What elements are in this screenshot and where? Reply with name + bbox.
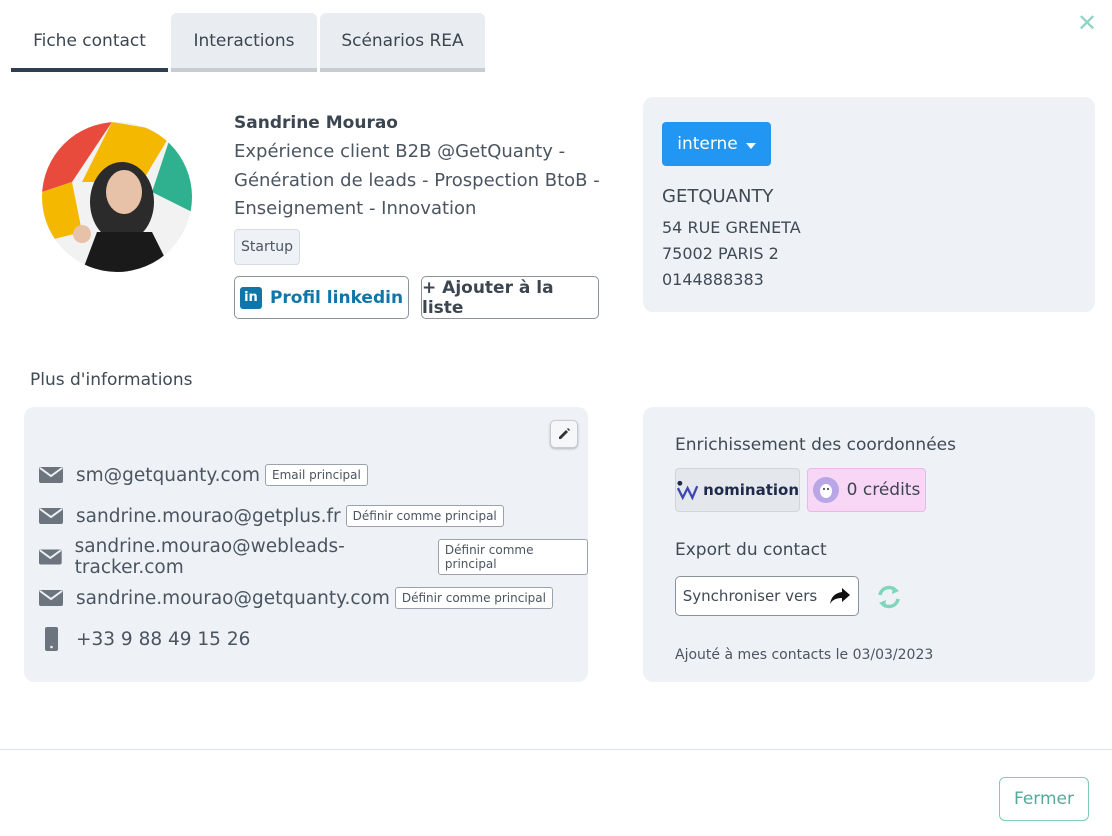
tab-interactions[interactable]: Interactions [171,13,317,72]
linkedin-icon: in [239,286,262,309]
tab-scenarios-rea[interactable]: Scénarios REA [320,13,485,72]
enrichment-card: Enrichissement des coordonnées nominatio… [643,407,1095,682]
pencil-icon [559,428,570,439]
contact-row-email-3: sandrine.mourao@webleads-tracker.com Déf… [39,536,589,578]
credits-label: 0 crédits [846,480,921,500]
tab-fiche-contact[interactable]: Fiche contact [11,13,168,72]
contact-headline: Expérience client B2B @GetQuanty - Génér… [234,141,600,219]
linkedin-label: Profil linkedin [269,287,404,308]
refresh-icon[interactable] [875,583,903,611]
email-value[interactable]: sandrine.mourao@getplus.fr [76,506,341,527]
contact-tag: Startup [234,229,300,265]
company-street: 54 RUE GRENETA [662,218,801,237]
contact-details-card: sm@getquanty.com Email principal sandrin… [24,407,589,682]
email-value[interactable]: sandrine.mourao@getquanty.com [76,588,390,609]
contact-row-email-1: sm@getquanty.com Email principal [39,461,368,489]
mail-icon [39,549,62,565]
set-principal-button[interactable]: Définir comme principal [394,587,553,609]
phone-icon [45,627,58,651]
avatar [42,122,192,272]
status-dropdown[interactable]: interne [662,122,771,166]
section-title-more-info: Plus d'informations [30,370,193,390]
edit-button[interactable] [550,420,578,448]
set-principal-button[interactable]: Définir comme principal [437,539,589,575]
export-title: Export du contact [675,540,827,560]
company-city: 75002 PARIS 2 [662,244,779,263]
contact-row-email-2: sandrine.mourao@getplus.fr Définir comme… [39,502,504,530]
credits-badge: 0 crédits [807,468,926,512]
company-phone: 0144888383 [662,270,764,289]
status-dropdown-label: interne [677,134,738,154]
share-arrow-icon [830,588,851,604]
nomination-button[interactable]: nomination [675,468,800,512]
caret-down-icon [745,142,756,149]
added-date-text: Ajouté à mes contacts le 03/03/2023 [675,647,934,663]
email-principal-badge: Email principal [265,464,368,486]
nomination-label: nomination [703,481,799,499]
sync-label: Synchroniser vers [682,587,818,605]
phone-value[interactable]: +33 9 88 49 15 26 [76,629,250,650]
sync-button[interactable]: Synchroniser vers [675,576,859,616]
contact-name: Sandrine Mourao [234,113,398,133]
add-to-list-button[interactable]: + Ajouter à la liste [421,276,599,319]
linkedin-profile-button[interactable]: in Profil linkedin [234,276,409,319]
close-button[interactable]: Fermer [999,777,1089,821]
nomination-logo-icon [676,480,699,501]
email-value[interactable]: sm@getquanty.com [76,465,260,486]
mail-icon [39,508,63,524]
ghost-icon [812,477,839,503]
company-name: GETQUANTY [662,186,774,207]
close-icon[interactable]: ✕ [1076,11,1098,35]
tab-bar: Fiche contact Interactions Scénarios REA [11,13,485,72]
company-card: interne GETQUANTY 54 RUE GRENETA 75002 P… [643,97,1095,312]
mail-icon [39,467,63,483]
footer-divider [0,749,1112,750]
enrichment-title: Enrichissement des coordonnées [675,435,956,455]
contact-row-email-4: sandrine.mourao@getquanty.com Définir co… [39,584,553,612]
contact-row-phone: +33 9 88 49 15 26 [39,625,255,653]
set-principal-button[interactable]: Définir comme principal [345,505,504,527]
mail-icon [39,590,63,606]
email-value[interactable]: sandrine.mourao@webleads-tracker.com [75,536,433,578]
